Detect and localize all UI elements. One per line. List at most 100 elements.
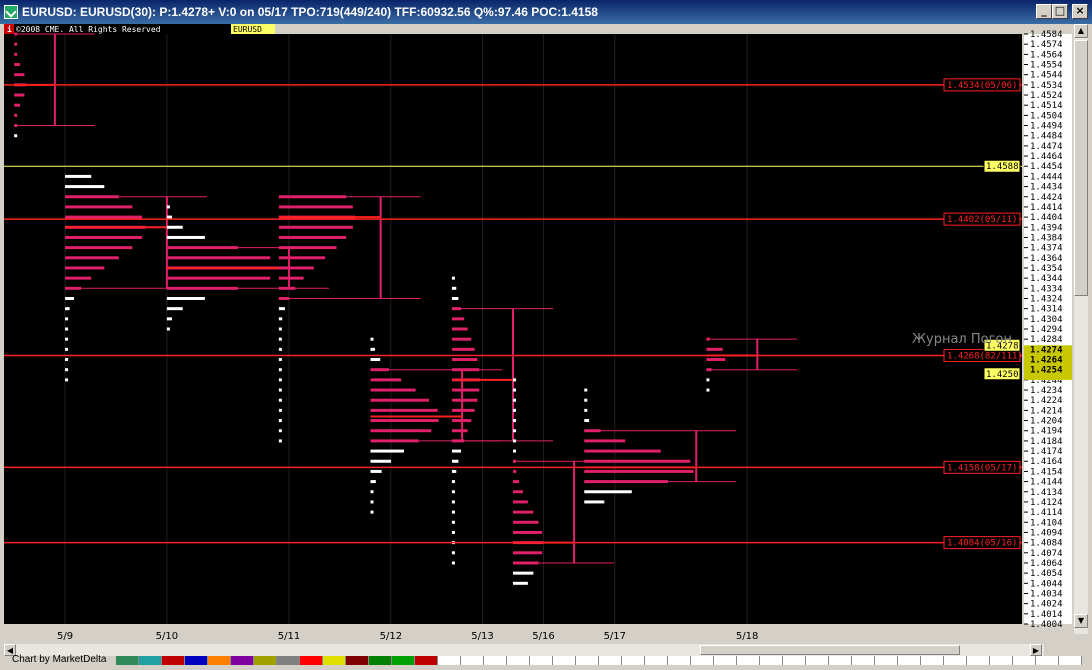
profile-bar <box>451 398 478 402</box>
palette-swatch[interactable] <box>875 656 898 665</box>
price-label: 1.4404 <box>1030 213 1063 223</box>
price-label: 1.4034 <box>1030 589 1063 599</box>
scroll-right-arrow-icon[interactable]: ▶ <box>1030 644 1042 656</box>
profile-bar <box>451 317 465 321</box>
profile-bar <box>513 408 516 412</box>
profile-bar <box>451 520 455 524</box>
minimize-button[interactable]: _ <box>1036 4 1052 19</box>
palette-swatch[interactable] <box>254 656 277 665</box>
profile-bar <box>65 337 69 341</box>
profile-bar <box>278 327 282 331</box>
profile-bar <box>65 256 119 260</box>
palette-swatch[interactable] <box>852 656 875 665</box>
price-label: 1.4454 <box>1030 162 1063 172</box>
price-label: 1.4334 <box>1030 284 1063 294</box>
palette-swatch[interactable] <box>346 656 369 665</box>
close-button[interactable]: × <box>1072 4 1088 19</box>
palette-swatch[interactable] <box>576 656 599 665</box>
profile-bar <box>451 358 478 362</box>
palette-swatch[interactable] <box>530 656 553 665</box>
profile-bar <box>65 378 69 382</box>
price-label: 1.4574 <box>1030 40 1063 50</box>
profile-bar <box>584 449 661 453</box>
price-label: 1.4064 <box>1030 559 1063 569</box>
price-label: 1.4414 <box>1030 203 1063 213</box>
price-label: 1.4194 <box>1030 427 1063 437</box>
profile-bar <box>370 500 374 504</box>
palette-swatch[interactable] <box>300 656 323 665</box>
palette-swatch[interactable] <box>1036 656 1059 665</box>
profile-bar <box>65 246 133 250</box>
palette-swatch[interactable] <box>484 656 507 665</box>
profile-bar <box>166 235 205 239</box>
palette-swatch[interactable] <box>898 656 921 665</box>
palette-swatch[interactable] <box>1013 656 1036 665</box>
profile-bar <box>65 185 105 189</box>
scroll-down-arrow-icon[interactable]: ▼ <box>1074 614 1088 628</box>
palette-swatch[interactable] <box>392 656 415 665</box>
profile-bar <box>370 490 374 494</box>
profile-bar <box>65 205 133 209</box>
palette-swatch[interactable] <box>507 656 530 665</box>
price-label: 1.4014 <box>1030 610 1063 620</box>
profile-bar <box>278 368 282 372</box>
palette-swatch[interactable] <box>806 656 829 665</box>
palette-swatch[interactable] <box>208 656 231 665</box>
palette-swatch[interactable] <box>369 656 392 665</box>
price-label: 1.4204 <box>1030 417 1063 427</box>
profile-bar <box>278 337 282 341</box>
market-profile-chart[interactable]: i ©2008 CME. All Rights Reserved EURUSD 5/9… <box>0 24 1092 670</box>
palette-swatch[interactable] <box>622 656 645 665</box>
palette-swatch[interactable] <box>599 656 622 665</box>
scroll-up-arrow-icon[interactable]: ▲ <box>1074 24 1088 38</box>
palette-swatch[interactable] <box>231 656 254 665</box>
horizontal-scrollbar-thumb[interactable] <box>700 645 960 655</box>
palette-swatch[interactable] <box>737 656 760 665</box>
palette-swatch[interactable] <box>760 656 783 665</box>
palette-swatch[interactable] <box>185 656 208 665</box>
profile-bar <box>370 398 430 402</box>
palette-swatch[interactable] <box>714 656 737 665</box>
price-label: 1.4074 <box>1030 549 1063 559</box>
profile-bar <box>370 419 439 423</box>
profile-bar <box>513 419 516 423</box>
palette-swatch[interactable] <box>668 656 691 665</box>
profile-bar <box>513 429 516 433</box>
palette-swatch[interactable] <box>323 656 346 665</box>
profile-bar <box>370 459 392 463</box>
palette-swatch[interactable] <box>162 656 185 665</box>
palette-swatch[interactable] <box>116 656 139 665</box>
palette-swatch[interactable] <box>553 656 576 665</box>
color-palette-bar[interactable] <box>116 656 1092 666</box>
palette-swatch[interactable] <box>967 656 990 665</box>
palette-swatch[interactable] <box>461 656 484 665</box>
profile-bar <box>370 408 438 412</box>
date-label: 5/9 <box>57 631 73 642</box>
profile-bar <box>278 235 347 239</box>
vertical-scrollbar-thumb[interactable] <box>1074 40 1088 296</box>
palette-swatch[interactable] <box>783 656 806 665</box>
palette-swatch[interactable] <box>438 656 461 665</box>
footer-credit: Chart by MarketDelta <box>12 654 107 665</box>
profile-bar <box>166 276 271 280</box>
palette-swatch[interactable] <box>990 656 1013 665</box>
palette-swatch[interactable] <box>1059 656 1082 665</box>
poc-level-label: 1.4268(82/111) <box>947 351 1023 361</box>
palette-swatch[interactable] <box>691 656 714 665</box>
profile-bar <box>278 419 282 423</box>
maximize-button[interactable]: □ <box>1052 4 1068 19</box>
palette-swatch[interactable] <box>277 656 300 665</box>
profile-bar <box>65 215 143 219</box>
profile-bar <box>706 378 710 382</box>
palette-swatch[interactable] <box>415 656 438 665</box>
profile-bar <box>584 408 588 412</box>
profile-bar <box>278 398 282 402</box>
profile-bar <box>513 520 539 524</box>
palette-swatch[interactable] <box>645 656 668 665</box>
palette-swatch[interactable] <box>944 656 967 665</box>
profile-bar <box>65 235 143 239</box>
palette-swatch[interactable] <box>139 656 162 665</box>
palette-swatch[interactable] <box>921 656 944 665</box>
profile-bar <box>166 225 183 229</box>
palette-swatch[interactable] <box>829 656 852 665</box>
